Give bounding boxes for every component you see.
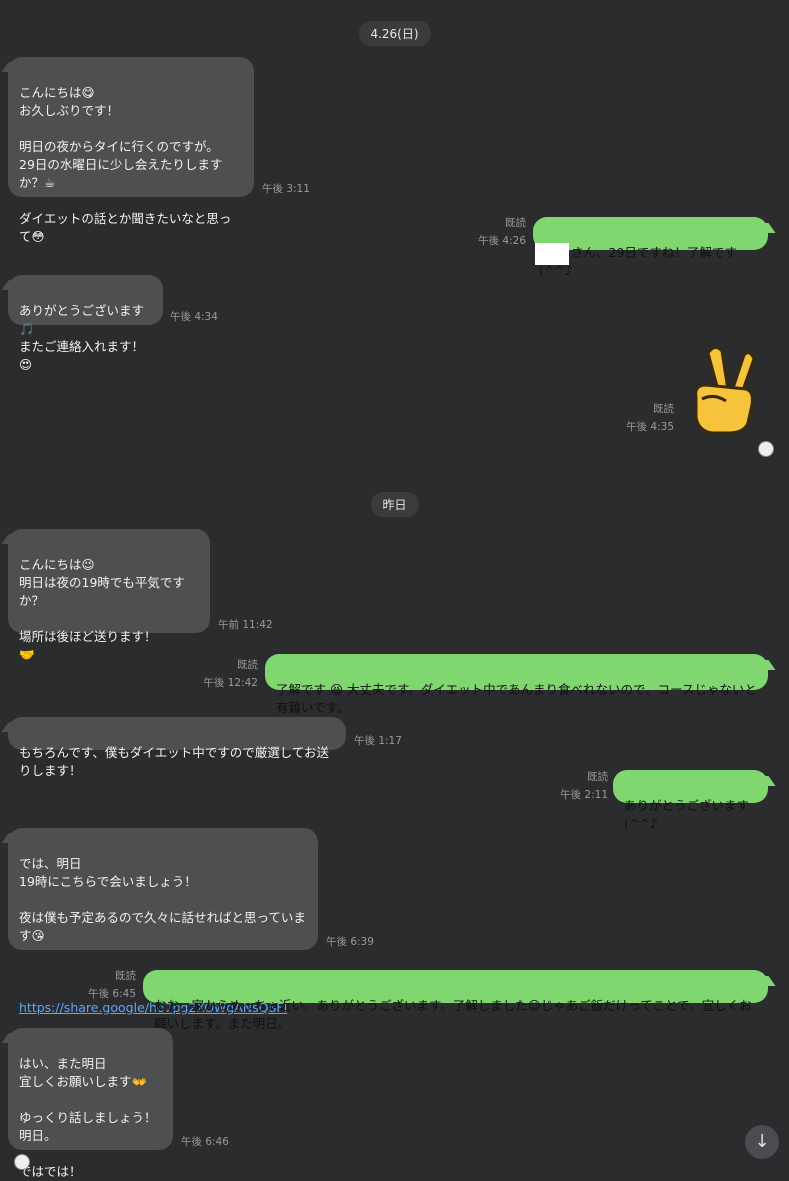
incoming-message-bubble[interactable]: はい、また明日 宜しくお願いします👐 ゆっくり話しましょう！明日。 ではでは！ bbox=[8, 1028, 173, 1179]
incoming-message-bubble[interactable]: では、明日 19時にこちらで会いましょう！ 夜は僕も予定あるので久々に話せればと… bbox=[8, 828, 318, 1015]
message-text: ありがとうございます(^^♪ bbox=[624, 798, 750, 831]
read-receipt: 既読 bbox=[587, 771, 608, 783]
outgoing-message-bubble[interactable]: さん、29日ですね！了解です(^^♪ bbox=[533, 217, 768, 278]
read-receipt: 既読 bbox=[115, 970, 136, 982]
outgoing-message-bubble[interactable]: ありがとうございます(^^♪ bbox=[613, 770, 768, 831]
chat-window: 4.26(日) こんにちは😋 お久しぶりです！ 明日の夜からタイに行くのですが。… bbox=[0, 0, 789, 1179]
message-text: こんにちは😋 お久しぶりです！ 明日の夜からタイに行くのですが。 29日の水曜日… bbox=[19, 85, 232, 244]
incoming-message-bubble[interactable]: ありがとうございます🎵 またご連絡入れます！😍 bbox=[8, 275, 163, 372]
message-text: はい、また明日 宜しくお願いします👐 ゆっくり話しましょう！明日。 ではでは！ bbox=[19, 1056, 157, 1179]
message-text: こんにちは😉 明日は夜の19時でも平気ですか？ 場所は後ほど送ります！ 🤝 bbox=[19, 557, 185, 662]
message-time: 午後 4:26 bbox=[478, 235, 526, 247]
scroll-to-bottom-button[interactable]: ↓ bbox=[745, 1125, 779, 1159]
message-time: 午前 11:42 bbox=[218, 619, 273, 631]
redacted-name-block bbox=[535, 242, 569, 265]
date-separator: 4.26(日) bbox=[358, 21, 431, 46]
date-separator: 昨日 bbox=[370, 492, 419, 517]
outgoing-message-bubble[interactable]: 了解です 😆 大丈夫です。ダイエット中であんまり食べれないので、コースじゃないと… bbox=[265, 654, 768, 715]
incoming-message-bubble[interactable]: こんにちは😉 明日は夜の19時でも平気ですか？ 場所は後ほど送ります！ 🤝 bbox=[8, 529, 210, 662]
message-time: 午後 12:42 bbox=[203, 677, 258, 689]
outgoing-message-bubble[interactable]: おお、家からめっちゃ近い。ありがとうございます。了解しました😊じゃあご飯だけって… bbox=[143, 970, 768, 1031]
message-time: 午後 6:39 bbox=[326, 936, 374, 948]
message-time: 午後 4:35 bbox=[626, 421, 674, 433]
victory-hand-sticker-icon[interactable] bbox=[688, 345, 762, 435]
message-time: 午後 3:11 bbox=[262, 183, 310, 195]
message-text: もちろんです、僕もダイエット中ですので厳選してお送りします！ bbox=[19, 745, 330, 778]
reaction-avatar-icon[interactable] bbox=[14, 1154, 30, 1170]
read-receipt: 既読 bbox=[237, 659, 258, 671]
incoming-message-bubble[interactable]: もちろんです、僕もダイエット中ですので厳選してお送りします！ bbox=[8, 717, 346, 778]
message-text: おお、家からめっちゃ近い。ありがとうございます。了解しました😊じゃあご飯だけって… bbox=[154, 998, 752, 1031]
message-text: ありがとうございます🎵 またご連絡入れます！😍 bbox=[19, 303, 145, 372]
read-receipt: 既読 bbox=[505, 217, 526, 229]
message-time: 午後 4:34 bbox=[170, 311, 218, 323]
message-text: では、明日 19時にこちらで会いましょう！ 夜は僕も予定あるので久々に話せればと… bbox=[19, 856, 306, 943]
read-receipt: 既読 bbox=[653, 403, 674, 415]
arrow-down-icon: ↓ bbox=[754, 1131, 770, 1152]
message-time: 午後 2:11 bbox=[560, 789, 608, 801]
message-time: 午後 1:17 bbox=[354, 735, 402, 747]
message-time: 午後 6:46 bbox=[181, 1136, 229, 1148]
incoming-message-bubble[interactable]: こんにちは😋 お久しぶりです！ 明日の夜からタイに行くのですが。 29日の水曜日… bbox=[8, 57, 254, 244]
message-text: 了解です 😆 大丈夫です。ダイエット中であんまり食べれないので、コースじゃないと… bbox=[276, 682, 757, 715]
message-time: 午後 6:45 bbox=[88, 988, 136, 1000]
reaction-avatar-icon[interactable] bbox=[758, 441, 774, 457]
